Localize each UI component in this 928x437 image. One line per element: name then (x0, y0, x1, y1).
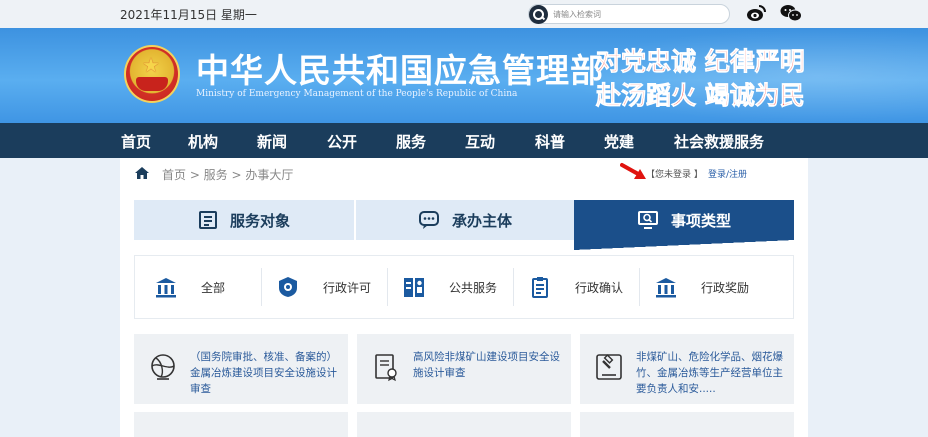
current-date: 2021年11月15日 星期一 (120, 8, 257, 22)
divider (387, 268, 388, 306)
search-box[interactable] (528, 4, 730, 24)
slogan-line-2: 赴汤蹈火 竭诚为民 (596, 81, 806, 111)
content-panel: 首页 > 服务 > 办事大厅 【您未登录 】 登录/注册 服务对象 承办主体 事… (120, 158, 808, 437)
ministry-title[interactable]: 中华人民共和国应急管理部 (196, 44, 604, 92)
divider (513, 268, 514, 306)
filter-all[interactable]: 全部 (155, 256, 225, 318)
item-type-filter: 全部 行政许可 公共服务 行政确认 行政奖励 (134, 255, 794, 319)
wechat-icon[interactable] (780, 4, 802, 26)
nav-item-party[interactable]: 党建 (604, 131, 634, 152)
building-icon (156, 278, 176, 298)
nav-item-science[interactable]: 科普 (535, 131, 565, 152)
login-status: 【您未登录 】 (646, 170, 703, 180)
divider (639, 268, 640, 306)
category-tabs: 服务对象 承办主体 事项类型 (134, 200, 794, 250)
red-arrow-icon (620, 163, 646, 179)
weibo-icon[interactable] (746, 4, 766, 26)
filter-label: 全部 (201, 280, 226, 295)
tab-handling-entity[interactable]: 承办主体 (356, 200, 574, 240)
national-emblem-icon (124, 45, 180, 103)
nav-item-interaction[interactable]: 互动 (465, 131, 495, 152)
service-card[interactable]: 非煤矿山、危险化学品、烟花爆竹、金属冶炼等生产经营单位主要负责人和安..... (580, 334, 794, 404)
nav-item-organization[interactable]: 机构 (188, 131, 218, 152)
header-banner: 中华人民共和国应急管理部 Ministry of Emergency Manag… (0, 28, 928, 123)
gavel-icon (596, 354, 622, 380)
tab-label: 服务对象 (229, 211, 290, 230)
clipboard-icon (532, 277, 548, 298)
globe-icon (151, 354, 175, 380)
monitor-search-icon (637, 211, 658, 229)
divider (261, 268, 262, 306)
search-input[interactable] (553, 7, 723, 21)
building-icon (656, 278, 676, 298)
filter-label: 行政奖励 (701, 280, 750, 295)
chat-icon (418, 211, 439, 229)
nav-item-home[interactable]: 首页 (121, 131, 151, 152)
filter-public-service[interactable]: 公共服务 (403, 256, 497, 318)
tab-label: 承办主体 (451, 211, 512, 230)
filter-label: 行政许可 (323, 280, 372, 295)
filter-label: 行政确认 (575, 280, 624, 295)
nav-item-rescue-services[interactable]: 社会救援服务 (674, 131, 764, 152)
certificate-icon (375, 354, 397, 382)
nav-item-news[interactable]: 新闻 (257, 131, 287, 152)
login-register-link[interactable]: 登录/注册 (708, 167, 747, 180)
filter-administrative-confirmation[interactable]: 行政确认 (529, 256, 623, 318)
service-card-title: 非煤矿山、危险化学品、烟花爆竹、金属冶炼等生产经营单位主要负责人和安..... (636, 351, 783, 395)
home-icon[interactable] (134, 166, 150, 180)
breadcrumb[interactable]: 首页 > 服务 > 办事大厅 (162, 166, 293, 183)
top-bar: 2021年11月15日 星期一 (0, 0, 928, 28)
tab-item-type[interactable]: 事项类型 (574, 200, 794, 250)
ministry-english-name: Ministry of Emergency Management of the … (196, 89, 518, 99)
tab-label: 事项类型 (670, 211, 731, 230)
filter-administrative-license[interactable]: 行政许可 (277, 256, 371, 318)
search-icon[interactable] (529, 5, 548, 24)
service-card[interactable] (580, 412, 794, 437)
service-card[interactable]: 高风险非煤矿山建设项目安全设施设计审查 (357, 334, 571, 404)
nav-item-services[interactable]: 服务 (396, 131, 426, 152)
filter-label: 公共服务 (449, 280, 498, 295)
document-icon (198, 211, 217, 229)
service-card-title: 高风险非煤矿山建设项目安全设施设计审查 (413, 351, 560, 379)
service-card[interactable] (134, 412, 348, 437)
service-card[interactable]: （国务院审批、核准、备案的）金属冶炼建设项目安全设施设计审查 (134, 334, 348, 404)
people-icon (404, 278, 424, 297)
main-nav: 首页 机构 新闻 公开 服务 互动 科普 党建 社会救援服务 (0, 123, 928, 158)
badge-icon (279, 277, 297, 297)
nav-item-disclosure[interactable]: 公开 (327, 131, 357, 152)
slogan-line-1: 对党忠诚 纪律严明 (596, 47, 806, 77)
filter-administrative-award[interactable]: 行政奖励 (655, 256, 749, 318)
service-card-title: （国务院审批、核准、备案的）金属冶炼建设项目安全设施设计审查 (190, 351, 337, 395)
service-card[interactable] (357, 412, 571, 437)
tab-service-target[interactable]: 服务对象 (134, 200, 354, 240)
